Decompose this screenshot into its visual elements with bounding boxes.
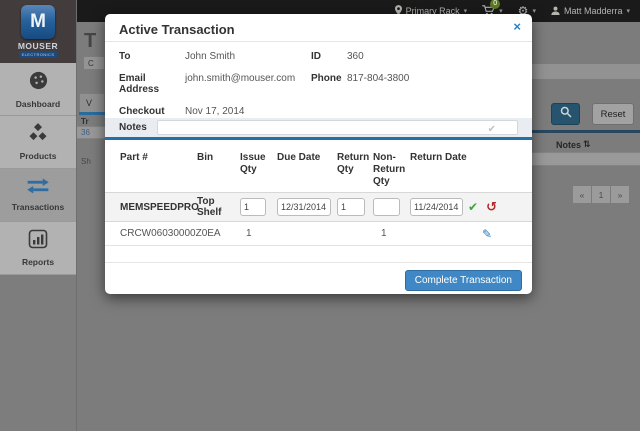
sidebar-item-label: Transactions [12, 202, 64, 212]
active-transaction-modal: Active Transaction × To John Smith ID 36… [105, 14, 532, 294]
user-menu[interactable]: Matt Madderra ▾ [551, 6, 630, 17]
sidebar-item-transactions[interactable]: Transactions [0, 169, 76, 222]
col-return-date: Return Date [410, 152, 468, 164]
notes-label: Notes [119, 122, 147, 133]
transaction-info: To John Smith ID 360 Email Address john.… [119, 51, 518, 117]
col-due-date: Due Date [277, 152, 337, 164]
checkout-button-fragment[interactable]: C [83, 56, 105, 70]
to-value: John Smith [185, 51, 311, 62]
return-qty-input[interactable] [337, 198, 365, 216]
notes-check-icon: ✔ [488, 124, 496, 135]
row-id-fragment[interactable]: 36 [81, 128, 90, 137]
sidebar-item-dashboard[interactable]: Dashboard [0, 63, 76, 116]
sidebar-item-reports[interactable]: Reports [0, 222, 76, 275]
modal-title: Active Transaction [119, 22, 235, 37]
page-title-fragment: T [84, 30, 96, 53]
sidebar: M MOUSER ELECTRONICS Dashboard Products … [0, 0, 77, 431]
modal-header: Active Transaction × [105, 14, 532, 42]
phone-value: 817-804-3800 [347, 73, 518, 95]
cart-count-badge: 0 [490, 0, 500, 9]
phone-label: Phone [311, 73, 347, 95]
return-date-input[interactable] [410, 198, 463, 216]
mouser-monogram: M [21, 5, 55, 39]
notes-input[interactable] [157, 120, 518, 135]
checkout-value: Nov 17, 2014 [185, 106, 311, 117]
pagination-prev-button[interactable]: « [572, 185, 592, 204]
table-row-fragment [532, 152, 640, 166]
part-number: MEMSPEEDPRO [120, 202, 197, 213]
part-number: CRCW06030000Z0EA [120, 228, 197, 239]
col-bin: Bin [197, 152, 240, 164]
sidebar-item-products[interactable]: Products [0, 116, 76, 169]
column-header-fragment: Tr [81, 117, 89, 126]
issue-qty-input[interactable] [240, 198, 266, 216]
user-icon [551, 6, 560, 17]
checkout-label: Checkout [119, 106, 185, 117]
non-return-qty-input[interactable] [373, 198, 400, 216]
modal-footer: Complete Transaction [105, 262, 532, 294]
confirm-check-icon[interactable]: ✔ [468, 200, 478, 214]
bin-value: Top Shelf [197, 196, 240, 218]
logo-subname: ELECTRONICS [19, 51, 58, 58]
col-return-qty: Return Qty [337, 152, 373, 176]
showing-text-fragment: Sh [81, 157, 91, 166]
issue-qty-value: 1 [240, 228, 277, 239]
sidebar-item-label: Products [20, 151, 57, 161]
table-top-border [532, 130, 640, 133]
transactions-icon [25, 178, 51, 199]
notes-column-label: Notes [556, 140, 581, 150]
sidebar-item-label: Dashboard [16, 99, 60, 109]
chevron-down-icon: ▾ [532, 7, 536, 15]
email-value: john.smith@mouser.com [185, 73, 311, 95]
notes-bar: Notes ✔ [105, 118, 532, 137]
search-button[interactable] [551, 103, 580, 125]
panel-heading-fragment [532, 64, 640, 80]
table-header-row: Part # Bin Issue Qty Due Date Return Qty… [105, 146, 532, 192]
logo-name: MOUSER [18, 41, 58, 51]
complete-transaction-button[interactable]: Complete Transaction [405, 270, 522, 291]
search-icon [560, 105, 572, 123]
col-issue-qty: Issue Qty [240, 152, 277, 176]
transaction-parts-table: Part # Bin Issue Qty Due Date Return Qty… [105, 146, 532, 246]
undo-icon[interactable]: ↺ [486, 200, 497, 214]
due-date-input[interactable] [277, 198, 331, 216]
tab-fragment[interactable]: V [79, 93, 105, 112]
sort-icon: ⇅ [583, 139, 591, 150]
pagination-next-button[interactable]: » [610, 185, 630, 204]
table-row-editing: MEMSPEEDPRO Top Shelf ✔ ↺ [105, 192, 532, 222]
non-return-qty-value: 1 [373, 228, 410, 239]
col-part: Part # [120, 152, 197, 164]
active-tab-underline [79, 112, 105, 115]
close-icon[interactable]: × [513, 20, 521, 33]
pagination-page-1-button[interactable]: 1 [591, 185, 611, 204]
reset-button[interactable]: Reset [592, 103, 634, 125]
notes-column-header[interactable]: Notes ⇅ [556, 139, 591, 150]
sidebar-item-label: Reports [22, 257, 54, 267]
dashboard-icon [28, 70, 49, 96]
pagination: « 1 » [573, 185, 630, 204]
user-name: Matt Madderra [564, 6, 623, 16]
chevron-down-icon: ▾ [626, 7, 630, 15]
mouser-logo[interactable]: M MOUSER ELECTRONICS [0, 0, 76, 63]
email-label: Email Address [119, 73, 185, 95]
reports-icon [28, 229, 48, 254]
col-non-return-qty: Non-Return Qty [373, 152, 410, 188]
edit-pencil-icon[interactable]: ✎ [482, 227, 492, 241]
to-label: To [119, 51, 185, 62]
id-label: ID [311, 51, 347, 62]
products-icon [27, 123, 49, 148]
table-accent-divider [105, 137, 532, 140]
table-row: CRCW06030000Z0EA 1 1 ✎ [105, 222, 532, 246]
id-value: 360 [347, 51, 518, 62]
